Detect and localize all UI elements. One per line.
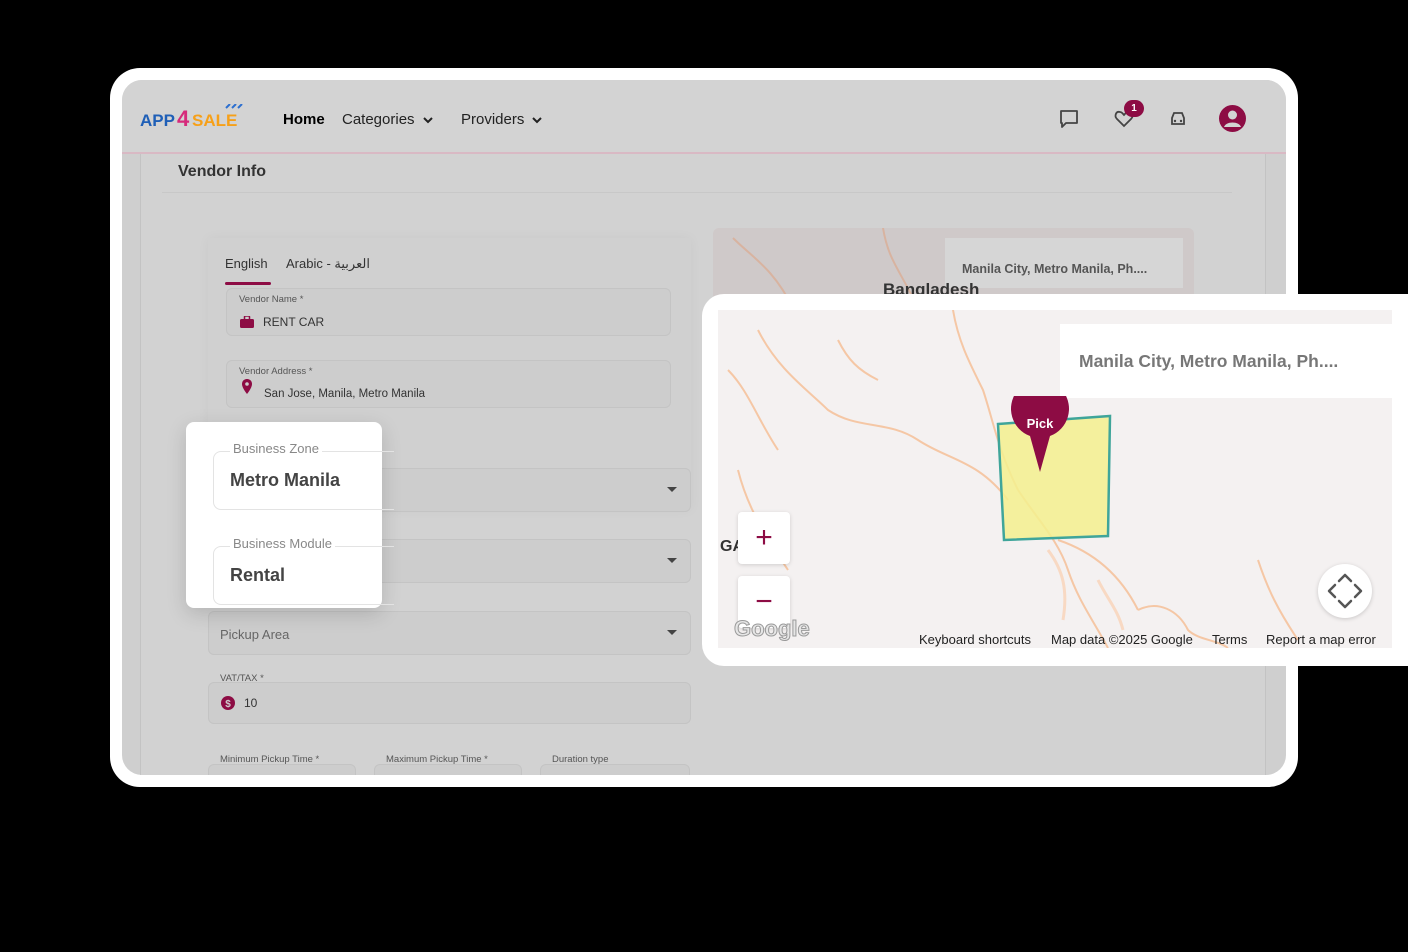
location-pin-icon [242,379,252,394]
chevron-down-icon [667,630,677,635]
report-map-error-link[interactable]: Report a map error [1266,632,1376,647]
terms-link[interactable]: Terms [1212,632,1247,647]
background-map-search: Manila City, Metro Manila, Ph.... [945,238,1183,288]
pan-control-button[interactable] [1318,564,1372,618]
user-icon [1224,110,1241,127]
dollar-icon: $ [221,696,235,710]
map-card: Manila City, Metro Manila, Ph.... Pick G… [702,294,1408,666]
plus-icon: + [755,521,773,554]
zoom-in-button[interactable]: + [738,512,790,564]
map-search-text: Manila City, Metro Manila, Ph.... [1079,351,1339,371]
business-zone-value: Metro Manila [230,470,341,490]
nav-categories[interactable]: Categories [342,111,435,128]
duration-type-field[interactable] [540,764,690,775]
chevron-down-icon [667,487,677,492]
nav-providers[interactable]: Providers [461,111,544,128]
google-logo: Google [734,616,811,642]
briefcase-icon [240,316,254,328]
chevron-down-icon [422,116,433,123]
business-info-popup: Business Zone Metro Manila Business Modu… [186,422,394,608]
car-icon[interactable] [1167,108,1189,130]
wishlist-count-badge: 1 [1124,100,1144,117]
business-module-value: Rental [230,565,286,585]
map-pin-icon[interactable] [1010,396,1070,476]
svg-text:4: 4 [177,106,190,131]
top-navbar: APP 4 SALE Home Categories Providers 1 [122,80,1286,154]
map-pin-label: Pick [1026,416,1054,431]
business-zone-label: Business Zone [230,441,322,456]
move-arrows-icon [1327,573,1363,609]
app4sale-logo[interactable]: APP 4 SALE [140,104,246,132]
chevron-down-icon [667,558,677,563]
tab-active-indicator [225,282,271,285]
zone-map[interactable]: Manila City, Metro Manila, Ph.... Pick G… [718,310,1392,648]
vat-field[interactable] [208,682,691,724]
nav-home[interactable]: Home [283,111,325,128]
chat-icon[interactable] [1058,108,1080,130]
vendor-address-value: San Jose, Manila, Metro Manila [264,388,426,400]
chevron-down-icon [532,116,543,123]
pickup-area-placeholder: Pickup Area [220,627,290,642]
business-module-label: Business Module [230,536,335,551]
tab-arabic[interactable]: Arabic - العربية [286,256,370,272]
svg-text:$: $ [225,699,231,710]
vendor-name-label: Vendor Name * [239,294,304,305]
svg-text:SALE: SALE [192,111,237,130]
min-pickup-field[interactable] [208,764,356,775]
section-title: Vendor Info [178,163,266,180]
vendor-name-value: RENT CAR [263,315,325,329]
map-search-box[interactable]: Manila City, Metro Manila, Ph.... [1060,324,1392,398]
map-data-text: Map data ©2025 Google [1051,632,1193,647]
svg-text:APP: APP [140,111,175,130]
user-avatar[interactable] [1219,105,1246,132]
vendor-address-label: Vendor Address * [239,366,313,377]
max-pickup-field[interactable] [374,764,522,775]
divider [162,192,1232,193]
tab-english[interactable]: English [225,256,268,271]
background-map-search-text: Manila City, Metro Manila, Ph.... [962,262,1148,276]
vat-value: 10 [244,696,258,710]
keyboard-shortcuts-link[interactable]: Keyboard shortcuts [919,632,1031,647]
